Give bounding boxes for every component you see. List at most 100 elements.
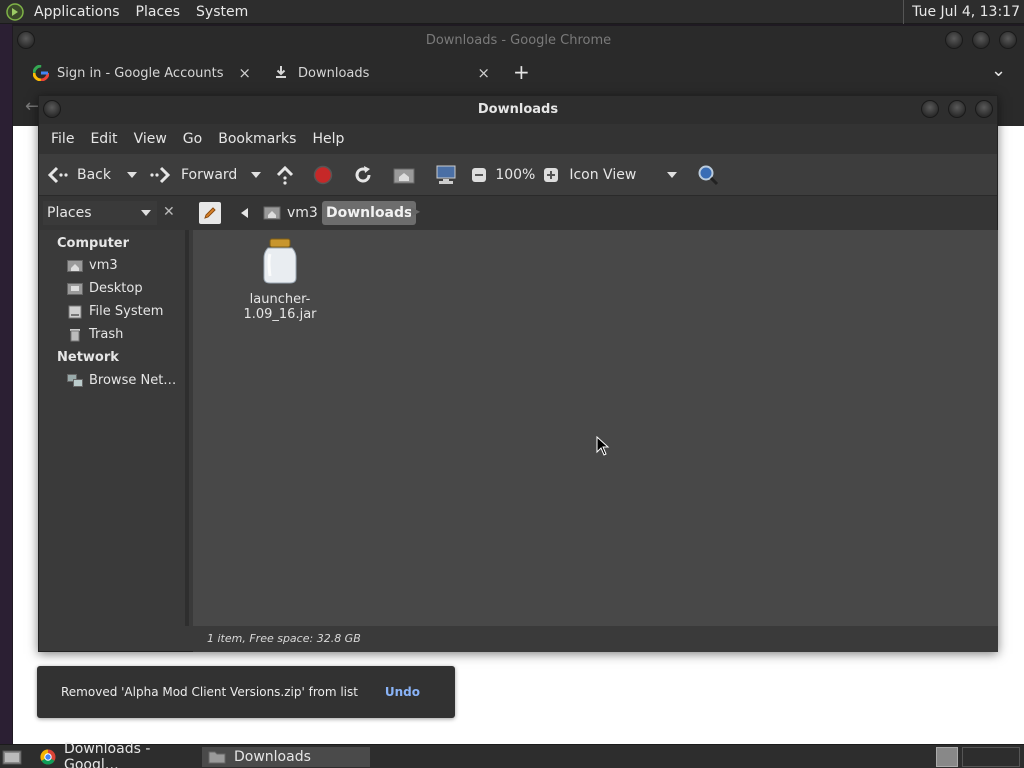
search-button[interactable] <box>697 160 719 190</box>
edit-location-button[interactable] <box>199 202 221 224</box>
workspace-switcher-secondary[interactable] <box>962 747 1020 767</box>
window-menu-button[interactable] <box>43 100 61 118</box>
tab-sign-in[interactable]: Sign in - Google Accounts × <box>33 58 255 88</box>
menu-help[interactable]: Help <box>304 131 352 147</box>
sidebar-item-label: File System <box>89 304 164 319</box>
reload-icon <box>355 165 371 182</box>
back-arrow-icon <box>47 164 69 186</box>
distro-logo-icon[interactable] <box>4 1 26 23</box>
workspace-switcher[interactable] <box>936 747 958 767</box>
computer-icon <box>436 165 456 184</box>
network-icon <box>67 373 83 388</box>
forward-button[interactable]: Forward <box>149 160 237 190</box>
folder-icon <box>208 750 226 764</box>
sidebar-item-trash[interactable]: Trash <box>67 327 123 342</box>
close-tab-icon[interactable]: × <box>238 64 251 82</box>
taskbar-item-chrome[interactable]: Downloads - Googl… <box>34 741 198 768</box>
forward-history-dropdown[interactable] <box>251 171 262 178</box>
back-button[interactable]: Back <box>47 160 111 190</box>
breadcrumb-vm3[interactable]: vm3 <box>259 201 322 225</box>
up-button[interactable] <box>275 160 295 190</box>
sidebar-heading-network: Network <box>57 350 119 365</box>
undo-button[interactable]: Undo <box>385 685 420 699</box>
view-mode-label: Icon View <box>569 166 637 183</box>
zoom-level[interactable]: 100% <box>495 160 535 190</box>
chevron-down-icon <box>141 210 151 216</box>
pencil-icon <box>204 207 216 219</box>
home-button[interactable] <box>393 160 415 190</box>
menu-bookmarks[interactable]: Bookmarks <box>210 131 304 147</box>
sidebar-item-file-system[interactable]: File System <box>67 304 163 319</box>
mouse-cursor-icon <box>596 436 610 456</box>
file-name: launcher-1.09_16.jar <box>243 292 317 322</box>
taskbar-item-file-manager[interactable]: Downloads <box>202 747 370 767</box>
chevron-down-icon <box>667 171 678 178</box>
forward-arrow-icon <box>149 164 171 186</box>
sidebar-item-label: Desktop <box>89 281 143 296</box>
download-icon <box>274 65 290 81</box>
minimize-button[interactable] <box>921 100 939 118</box>
menu-view[interactable]: View <box>126 131 175 147</box>
maximize-button[interactable] <box>948 100 966 118</box>
file-item[interactable]: launcher-1.09_16.jar <box>215 238 345 322</box>
back-label: Back <box>77 166 111 183</box>
file-manager-window: Downloads File Edit View Go Bookmarks He… <box>38 95 998 652</box>
sidebar-item-label: Trash <box>89 327 124 342</box>
drive-icon <box>67 305 83 319</box>
system-menu[interactable]: System <box>188 0 256 24</box>
taskbar-item-label: Downloads - Googl… <box>64 741 151 768</box>
zoom-in-button[interactable] <box>543 160 559 190</box>
reload-button[interactable] <box>353 160 373 190</box>
zoom-in-icon <box>544 167 559 182</box>
chrome-icon <box>40 749 56 765</box>
zoom-out-button[interactable] <box>471 160 487 190</box>
desktop-background <box>0 24 12 744</box>
sidebar-item-browse-network[interactable]: Browse Net… <box>67 373 176 388</box>
clock[interactable]: Tue Jul 4, 13:17 <box>903 0 1020 24</box>
toast-message: Removed 'Alpha Mod Client Versions.zip' … <box>61 685 358 699</box>
file-view[interactable]: launcher-1.09_16.jar <box>193 230 998 626</box>
maximize-button[interactable] <box>972 31 990 49</box>
applications-menu[interactable]: Applications <box>26 0 128 24</box>
tab-search-icon[interactable]: ⌄ <box>991 60 1006 81</box>
stop-icon <box>314 165 333 184</box>
close-window-button[interactable] <box>999 31 1017 49</box>
breadcrumb-downloads[interactable]: Downloads <box>322 201 417 225</box>
home-folder-icon <box>67 259 83 273</box>
menu-edit[interactable]: Edit <box>82 131 125 147</box>
bottom-taskbar: Downloads - Googl… Downloads <box>0 741 1024 768</box>
sidebar-item-desktop[interactable]: Desktop <box>67 281 143 296</box>
back-history-dropdown[interactable] <box>127 171 137 178</box>
stop-button[interactable] <box>313 160 333 190</box>
tab-label: Sign in - Google Accounts <box>57 65 224 81</box>
new-tab-button[interactable]: + <box>513 60 530 84</box>
taskbar-item-label: Downloads <box>234 749 311 765</box>
close-side-pane-icon[interactable]: ✕ <box>163 204 175 220</box>
path-scroll-right-button[interactable]: ▶ <box>411 204 420 218</box>
zoom-out-icon <box>472 167 487 182</box>
chevron-left-icon <box>241 208 248 218</box>
close-window-button[interactable] <box>975 100 993 118</box>
tab-label: Downloads <box>298 65 370 81</box>
close-tab-icon[interactable]: × <box>477 64 490 82</box>
show-desktop-icon[interactable] <box>2 748 22 766</box>
menu-file[interactable]: File <box>43 131 82 147</box>
view-mode-select[interactable]: Icon View <box>569 160 678 190</box>
up-arrow-icon <box>277 165 294 185</box>
menu-go[interactable]: Go <box>175 131 210 147</box>
places-menu[interactable]: Places <box>128 0 189 24</box>
file-manager-title: Downloads <box>39 96 997 124</box>
chrome-window-title: Downloads - Google Chrome <box>425 33 612 48</box>
tab-downloads[interactable]: Downloads × <box>274 58 494 88</box>
side-pane-label: Places <box>47 205 92 221</box>
computer-button[interactable] <box>435 160 457 190</box>
sidebar-item-vm3[interactable]: vm3 <box>67 258 118 273</box>
minimize-button[interactable] <box>945 31 963 49</box>
status-bar: 1 item, Free space: 32.8 GB <box>193 626 998 652</box>
jar-icon <box>263 238 297 284</box>
search-icon <box>698 165 719 185</box>
top-panel: Applications Places System Tue Jul 4, 13… <box>0 0 1024 24</box>
trash-icon <box>67 328 83 342</box>
side-pane-selector[interactable]: Places <box>43 201 157 225</box>
path-scroll-left-button[interactable] <box>235 202 255 224</box>
